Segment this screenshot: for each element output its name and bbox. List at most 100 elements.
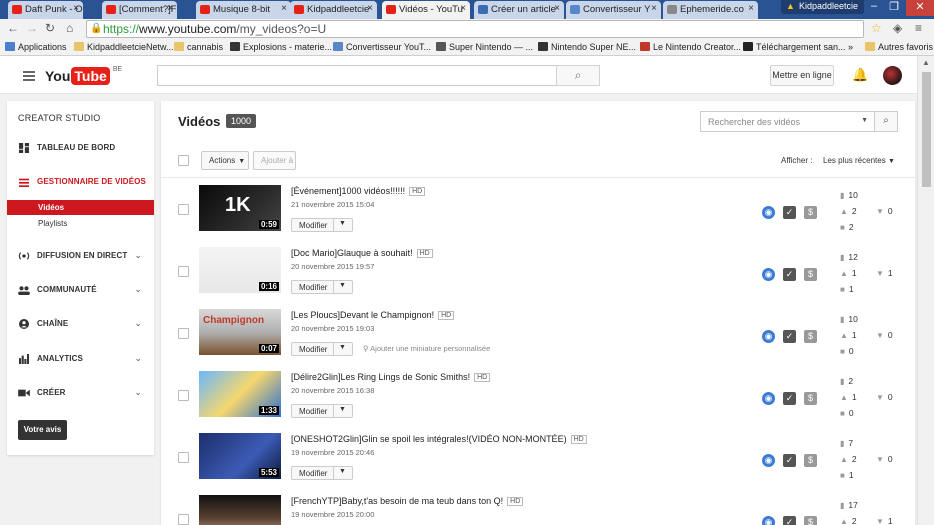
modify-button[interactable]: Modifier ▼ bbox=[291, 404, 353, 418]
video-thumbnail[interactable]: 1K 0:59 bbox=[199, 185, 281, 231]
public-globe-icon[interactable]: ◉ bbox=[762, 392, 775, 405]
modify-button[interactable]: Modifier ▼ bbox=[291, 466, 353, 480]
browser-tab[interactable]: Musique 8-bit × bbox=[196, 1, 291, 19]
browser-tab[interactable]: Créer un article × bbox=[474, 1, 564, 19]
browser-tab[interactable]: Daft Punk - One× bbox=[8, 1, 83, 19]
close-window-icon[interactable]: ✕ bbox=[906, 0, 934, 16]
home-icon[interactable]: ⌂ bbox=[66, 21, 73, 35]
checkmark-icon[interactable]: ✓ bbox=[783, 206, 796, 219]
video-row[interactable]: 5:53 [ONESHOT2Glin]Glin se spoil les inté… bbox=[161, 427, 915, 489]
video-checkbox[interactable] bbox=[178, 514, 189, 525]
bookmark-item[interactable]: Téléchargement san... bbox=[743, 42, 846, 52]
maximize-icon[interactable]: ❐ bbox=[884, 0, 904, 13]
bell-icon[interactable]: 🔔 bbox=[852, 67, 868, 83]
video-row[interactable]: 1K 0:59 [Événement]1000 vidéos!!!!!! HD 21 n… bbox=[161, 179, 915, 241]
sidebar-item-community[interactable]: COMMUNAUTÉ ⌄ bbox=[7, 280, 154, 300]
upload-button[interactable]: Mettre en ligne bbox=[770, 65, 834, 86]
sort-dropdown[interactable]: Les plus récentes ▼ bbox=[823, 156, 895, 165]
sidebar-item-channel[interactable]: CHAÎNE ⌄ bbox=[7, 314, 154, 334]
menu-icon[interactable]: ≡ bbox=[915, 21, 922, 35]
monetization-icon[interactable]: $ bbox=[804, 206, 817, 219]
browser-tab[interactable]: [Comment?]Fai× bbox=[102, 1, 177, 19]
caret-down-icon[interactable]: ▼ bbox=[339, 406, 346, 413]
video-title-link[interactable]: [FrenchYTP]Baby,t'as besoin de ma teub d… bbox=[291, 496, 524, 506]
youtube-search-input[interactable] bbox=[157, 65, 557, 86]
public-globe-icon[interactable]: ◉ bbox=[762, 206, 775, 219]
caret-down-icon[interactable]: ▼ bbox=[339, 220, 346, 227]
video-title-link[interactable]: [Événement]1000 vidéos!!!!!! HD bbox=[291, 186, 426, 196]
monetization-icon[interactable]: $ bbox=[804, 454, 817, 467]
page-scrollbar[interactable]: ▲ bbox=[917, 56, 934, 525]
monetization-icon[interactable]: $ bbox=[804, 392, 817, 405]
bookmark-item[interactable]: Explosions - materie... bbox=[230, 42, 332, 52]
monetization-icon[interactable]: $ bbox=[804, 268, 817, 281]
public-globe-icon[interactable]: ◉ bbox=[762, 268, 775, 281]
minimize-icon[interactable]: – bbox=[864, 0, 884, 12]
select-all-checkbox[interactable] bbox=[178, 155, 189, 166]
sidebar-subitem-playlists[interactable]: Playlists bbox=[7, 216, 154, 231]
checkmark-icon[interactable]: ✓ bbox=[783, 454, 796, 467]
bookmark-item[interactable]: cannabis bbox=[174, 42, 223, 52]
caret-down-icon[interactable]: ▼ bbox=[339, 344, 346, 351]
scroll-up-icon[interactable]: ▲ bbox=[922, 58, 930, 67]
modify-button[interactable]: Modifier ▼ bbox=[291, 218, 353, 232]
sidebar-item-video-manager[interactable]: GESTIONNAIRE DE VIDÉOS bbox=[7, 172, 154, 192]
bookmark-item[interactable]: Nintendo Super NE... bbox=[538, 42, 636, 52]
add-custom-thumbnail-link[interactable]: ⚲ Ajouter une miniature personnalisée bbox=[363, 344, 490, 353]
bookmark-item[interactable]: Convertisseur YouT... bbox=[333, 42, 431, 52]
video-thumbnail[interactable] bbox=[199, 495, 281, 525]
video-checkbox[interactable] bbox=[178, 390, 189, 401]
bookmark-star-icon[interactable]: ☆ bbox=[871, 21, 882, 35]
checkmark-icon[interactable]: ✓ bbox=[783, 268, 796, 281]
profile-chip[interactable]: ▲ Kidpaddleetcie bbox=[780, 0, 864, 14]
bookmark-item[interactable]: Applications bbox=[5, 42, 67, 52]
feedback-button[interactable]: Votre avis bbox=[18, 420, 67, 440]
youtube-logo[interactable]: You Tube BE bbox=[45, 66, 122, 85]
close-tab-icon[interactable]: × bbox=[167, 3, 173, 14]
video-title-link[interactable]: [Délire2Glin]Les Ring Lings de Sonic Smi… bbox=[291, 372, 491, 382]
browser-tab[interactable]: Convertisseur Y × bbox=[566, 1, 661, 19]
search-icon[interactable]: ⌕ bbox=[556, 65, 600, 86]
video-thumbnail[interactable]: 1:33 bbox=[199, 371, 281, 417]
sidebar-item-dashboard[interactable]: TABLEAU DE BORD bbox=[7, 138, 154, 158]
video-thumbnail[interactable]: 5:53 bbox=[199, 433, 281, 479]
caret-down-icon[interactable]: ▼ bbox=[339, 468, 346, 475]
sidebar-subitem-videos[interactable]: Vidéos bbox=[7, 200, 154, 215]
forward-arrow-icon[interactable]: → bbox=[26, 21, 38, 35]
caret-down-icon[interactable]: ▼ bbox=[339, 282, 346, 289]
video-checkbox[interactable] bbox=[178, 266, 189, 277]
video-row[interactable]: 0:16 [Doc Mario]Glauque à souhait! HD 20 no… bbox=[161, 241, 915, 303]
search-icon[interactable]: ⌕ bbox=[874, 111, 898, 132]
sidebar-item-analytics[interactable]: ANALYTICS ⌄ bbox=[7, 349, 154, 369]
close-tab-icon[interactable]: × bbox=[460, 3, 466, 14]
bookmark-item[interactable]: Autres favoris bbox=[865, 42, 933, 52]
video-title-link[interactable]: [Les Ploucs]Devant le Champignon! HD bbox=[291, 310, 455, 320]
avatar[interactable] bbox=[883, 66, 902, 85]
address-bar[interactable]: 🔒 https://www.youtube.com/my_videos?o=U bbox=[86, 20, 864, 38]
close-tab-icon[interactable]: × bbox=[367, 3, 373, 14]
public-globe-icon[interactable]: ◉ bbox=[762, 516, 775, 525]
video-checkbox[interactable] bbox=[178, 328, 189, 339]
reload-icon[interactable]: ↻ bbox=[45, 21, 55, 35]
video-checkbox[interactable] bbox=[178, 204, 189, 215]
hamburger-menu-icon[interactable] bbox=[23, 71, 35, 83]
checkmark-icon[interactable]: ✓ bbox=[783, 516, 796, 525]
actions-button[interactable]: Actions ▼ bbox=[201, 151, 249, 170]
checkmark-icon[interactable]: ✓ bbox=[783, 330, 796, 343]
sidebar-item-create[interactable]: CRÉER ⌄ bbox=[7, 383, 154, 403]
video-checkbox[interactable] bbox=[178, 452, 189, 463]
scroll-thumb[interactable] bbox=[922, 72, 931, 187]
close-tab-icon[interactable]: × bbox=[748, 3, 754, 14]
dropdown-arrow-icon[interactable]: ▼ bbox=[861, 117, 868, 124]
more-bookmarks-chevron[interactable]: » bbox=[848, 42, 853, 52]
monetization-icon[interactable]: $ bbox=[804, 516, 817, 525]
browser-tab-active[interactable]: Vidéos - YouTu × bbox=[382, 1, 470, 19]
close-tab-icon[interactable]: × bbox=[554, 3, 560, 14]
video-search-input[interactable]: Rechercher des vidéos ▼ bbox=[700, 111, 875, 132]
browser-tab[interactable]: Ephemeride.co × bbox=[663, 1, 758, 19]
video-title-link[interactable]: [ONESHOT2Glin]Glin se spoil les intégral… bbox=[291, 434, 587, 444]
bookmark-item[interactable]: Le Nintendo Creator... bbox=[640, 42, 741, 52]
close-tab-icon[interactable]: × bbox=[73, 3, 79, 14]
video-row[interactable]: 1:33 [Délire2Glin]Les Ring Lings de Sonic… bbox=[161, 365, 915, 427]
close-tab-icon[interactable]: × bbox=[281, 3, 287, 14]
